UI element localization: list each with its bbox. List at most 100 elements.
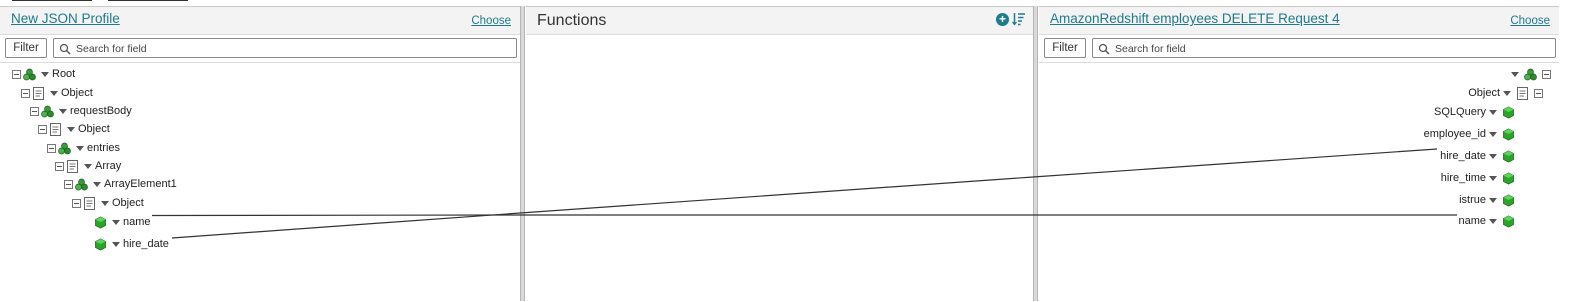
functions-header: Functions +	[526, 7, 1033, 35]
source-filter-button[interactable]: Filter	[5, 38, 47, 58]
destination-tree: Object SQLQuery employee_id hire_date hire_t…	[1039, 63, 1559, 302]
source-node-array[interactable]: Array	[55, 158, 121, 174]
source-node-root[interactable]: Root	[12, 66, 75, 82]
collapse-icon[interactable]	[1534, 88, 1543, 98]
destination-node-object[interactable]: Object	[1468, 85, 1543, 101]
destination-search-box[interactable]	[1092, 38, 1556, 58]
field-icon	[1500, 106, 1517, 119]
panel-splitter[interactable]	[1033, 6, 1038, 301]
source-filter-bar: Filter	[0, 35, 520, 63]
dropdown-caret-icon[interactable]	[112, 241, 120, 247]
node-label: hire_date	[1440, 150, 1486, 162]
top-link-underline	[12, 0, 92, 1]
node-label: name	[123, 216, 151, 228]
dropdown-caret-icon[interactable]	[50, 90, 58, 96]
collapse-icon[interactable]	[21, 88, 30, 98]
source-profile-panel: New JSON Profile Choose Filter Root Objec…	[0, 6, 520, 302]
right-margin	[1559, 6, 1577, 301]
source-node-object[interactable]: Object	[38, 121, 110, 137]
collapse-icon[interactable]	[30, 106, 39, 116]
element-group-icon	[39, 105, 56, 118]
source-node-arrayelement1[interactable]: ArrayElement1	[64, 176, 177, 192]
source-profile-title[interactable]: New JSON Profile	[11, 11, 120, 26]
node-label: Object	[112, 197, 144, 209]
node-label: employee_id	[1423, 128, 1486, 140]
element-group-icon	[1522, 68, 1539, 81]
dropdown-caret-icon[interactable]	[1489, 218, 1497, 224]
search-icon	[1098, 43, 1110, 55]
node-label: hire_time	[1440, 172, 1486, 184]
collapse-icon[interactable]	[55, 161, 64, 171]
destination-node-sqlquery[interactable]: SQLQuery	[1434, 104, 1517, 120]
node-label: ArrayElement1	[104, 178, 177, 190]
source-node-entries[interactable]: entries	[47, 140, 120, 156]
collapse-icon[interactable]	[64, 179, 73, 189]
node-label: Root	[52, 68, 76, 80]
field-icon	[92, 216, 109, 229]
sort-icon[interactable]	[1012, 12, 1025, 26]
field-icon	[92, 238, 109, 251]
element-group-icon	[73, 178, 90, 191]
dropdown-caret-icon[interactable]	[41, 71, 49, 77]
destination-search-input[interactable]	[1113, 40, 1487, 58]
node-label: SQLQuery	[1434, 106, 1486, 118]
source-choose-link[interactable]: Choose	[471, 15, 511, 27]
dropdown-caret-icon[interactable]	[1503, 90, 1511, 96]
source-node-requestbody[interactable]: requestBody	[30, 103, 132, 119]
node-label: name	[1458, 215, 1486, 227]
dropdown-caret-icon[interactable]	[67, 126, 75, 132]
dropdown-caret-icon[interactable]	[1489, 197, 1497, 203]
destination-node-hire-time[interactable]: hire_time	[1441, 170, 1517, 186]
destination-choose-link[interactable]: Choose	[1510, 15, 1550, 27]
collapse-icon[interactable]	[72, 198, 81, 208]
field-icon	[1500, 194, 1517, 207]
destination-node-hire-date[interactable]: hire_date	[1440, 148, 1517, 164]
object-icon	[81, 196, 98, 210]
collapse-icon[interactable]	[38, 124, 47, 134]
node-label: hire_date	[123, 238, 169, 250]
destination-profile-title[interactable]: AmazonRedshift employees DELETE Request …	[1050, 11, 1340, 26]
source-search-box[interactable]	[53, 38, 517, 58]
collapse-icon[interactable]	[12, 69, 21, 79]
destination-filter-button[interactable]: Filter	[1044, 38, 1086, 58]
source-tree: Root Object requestBody Object entries Array A…	[0, 63, 520, 302]
destination-node-name[interactable]: name	[1458, 213, 1517, 229]
node-label: istrue	[1459, 194, 1486, 206]
object-icon	[47, 122, 64, 136]
dropdown-caret-icon[interactable]	[1489, 109, 1497, 115]
destination-panel-header: AmazonRedshift employees DELETE Request …	[1039, 7, 1559, 35]
dropdown-caret-icon[interactable]	[101, 200, 109, 206]
dropdown-caret-icon[interactable]	[1511, 71, 1519, 77]
panel-splitter[interactable]	[520, 6, 525, 301]
dropdown-caret-icon[interactable]	[1489, 131, 1497, 137]
node-label: requestBody	[70, 105, 132, 117]
source-node-object[interactable]: Object	[21, 85, 93, 101]
destination-node-istrue[interactable]: istrue	[1459, 192, 1517, 208]
field-icon	[1500, 215, 1517, 228]
add-circle-icon[interactable]: +	[996, 12, 1009, 26]
source-panel-header: New JSON Profile Choose	[0, 7, 520, 35]
destination-profile-panel: AmazonRedshift employees DELETE Request …	[1039, 6, 1559, 302]
object-icon	[64, 159, 81, 173]
field-icon	[1500, 150, 1517, 163]
source-node-object[interactable]: Object	[72, 195, 144, 211]
source-node-hire-date[interactable]: hire_date	[92, 236, 169, 252]
node-label: Object	[1468, 87, 1500, 99]
element-group-icon	[21, 68, 38, 81]
dropdown-caret-icon[interactable]	[76, 145, 84, 151]
collapse-icon[interactable]	[47, 143, 56, 153]
destination-node-employee-id[interactable]: employee_id	[1424, 126, 1517, 142]
collapse-icon[interactable]	[1542, 69, 1551, 79]
dropdown-caret-icon[interactable]	[112, 219, 120, 225]
node-label: entries	[87, 142, 121, 154]
dropdown-caret-icon[interactable]	[93, 181, 101, 187]
dropdown-caret-icon[interactable]	[1489, 153, 1497, 159]
destination-node-root[interactable]	[1508, 66, 1551, 82]
source-search-input[interactable]	[74, 40, 448, 58]
source-node-name[interactable]: name	[92, 214, 151, 230]
field-icon	[1500, 172, 1517, 185]
dropdown-caret-icon[interactable]	[84, 163, 92, 169]
dropdown-caret-icon[interactable]	[59, 108, 67, 114]
dropdown-caret-icon[interactable]	[1489, 175, 1497, 181]
object-icon	[1514, 86, 1531, 100]
